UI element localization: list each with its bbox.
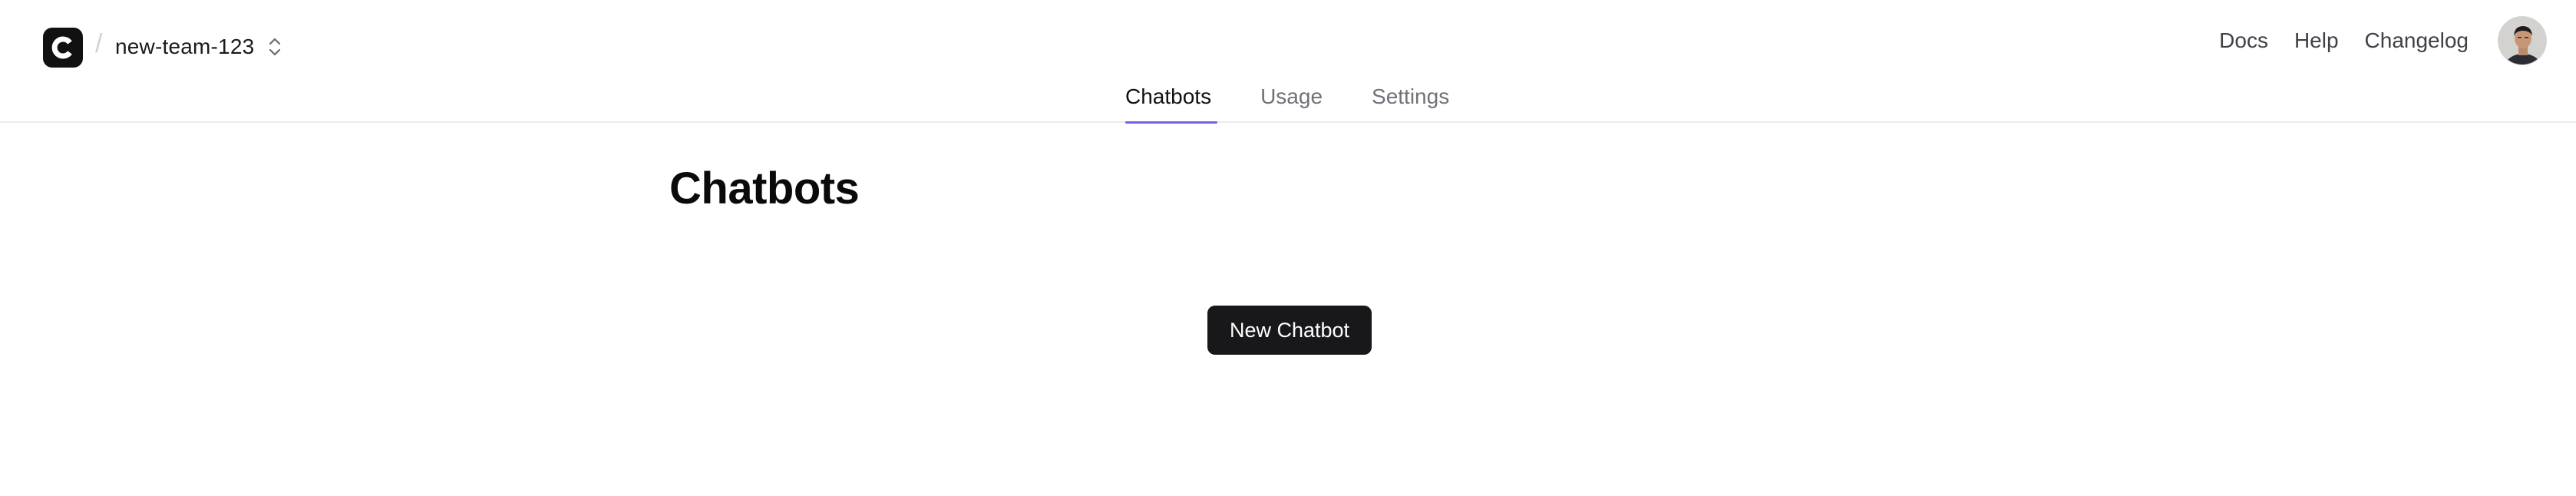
c-logo-icon — [51, 36, 72, 59]
new-chatbot-button[interactable]: New Chatbot — [1207, 306, 1372, 355]
user-photo-icon — [2498, 17, 2546, 64]
tab-usage[interactable]: Usage — [1254, 75, 1329, 123]
tab-settings[interactable]: Settings — [1366, 75, 1455, 123]
top-header: / new-team-123 Docs Help Changelog Chatb… — [0, 0, 2576, 124]
app-logo[interactable] — [43, 28, 83, 68]
user-avatar[interactable] — [2498, 16, 2547, 65]
breadcrumb-separator: / — [95, 29, 103, 58]
header-links: Docs Help Changelog — [2219, 15, 2547, 66]
tab-chatbots[interactable]: Chatbots — [1119, 75, 1218, 124]
team-switcher[interactable]: new-team-123 — [115, 29, 282, 64]
docs-link[interactable]: Docs — [2219, 28, 2268, 53]
main-tabs: Chatbots Usage Settings — [1119, 75, 1492, 124]
main-content: Chatbots New Chatbot — [0, 123, 2576, 496]
team-name: new-team-123 — [115, 35, 255, 58]
changelog-link[interactable]: Changelog — [2365, 28, 2469, 53]
page-title: Chatbots — [669, 164, 860, 213]
help-link[interactable]: Help — [2294, 28, 2339, 53]
chevron-up-down-icon — [268, 36, 282, 58]
